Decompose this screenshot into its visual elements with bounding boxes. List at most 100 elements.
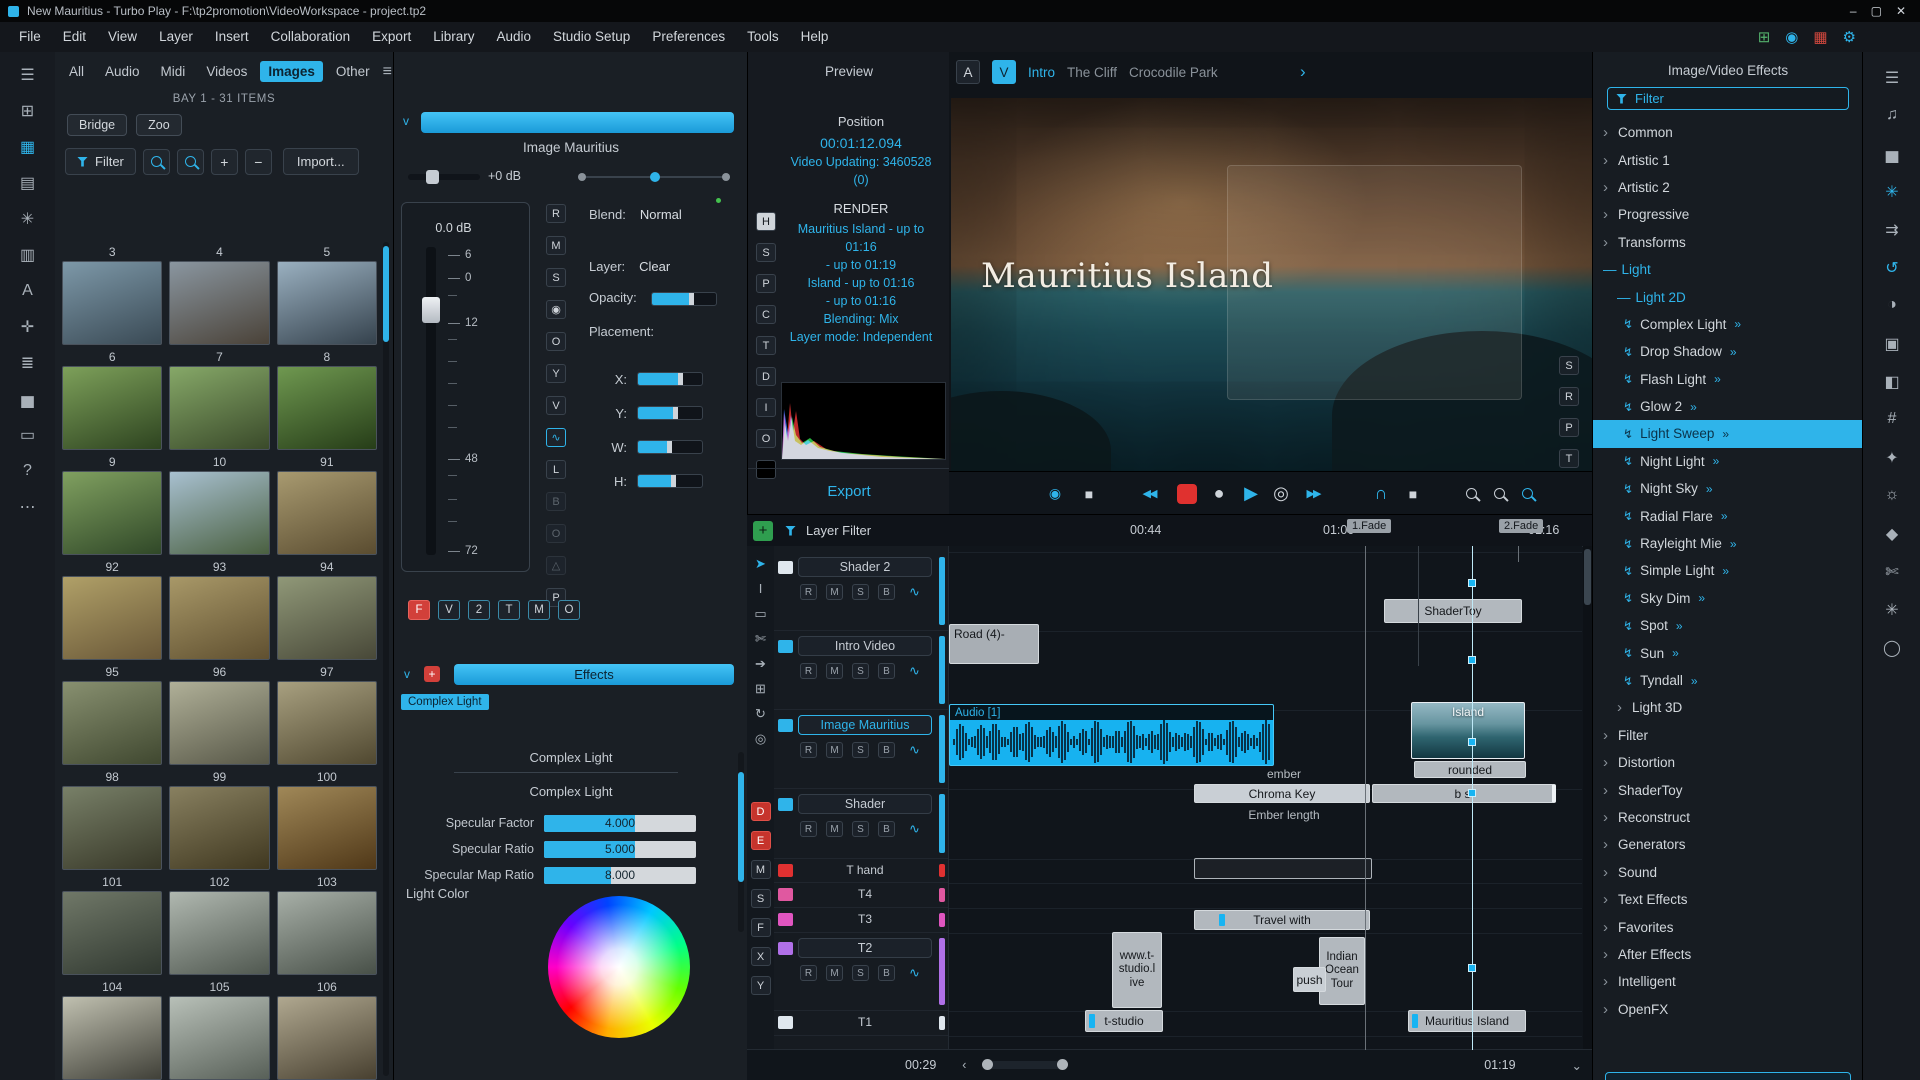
mask-icon[interactable]: ◯ [1883,638,1901,657]
history-icon[interactable]: ↺ [1885,258,1898,277]
audition-icon[interactable]: ∩ [1371,481,1391,507]
clip-travel-with[interactable]: Travel with [1194,910,1370,930]
tab-all[interactable]: All [61,61,92,82]
track-t-hand[interactable]: T hand [774,859,948,883]
hamburger-menu-icon[interactable]: ☰ [15,64,41,86]
thumbnail-image[interactable] [277,576,377,660]
layer-value[interactable]: Clear [639,259,670,274]
track-m-button[interactable]: M [826,663,843,679]
effect-radial-flare[interactable]: ↯Radial Flare» [1593,502,1863,529]
thumbnail-image[interactable] [277,996,377,1080]
eye-icon[interactable]: ◉ [546,300,566,319]
objects-icon[interactable]: ◆ [1886,524,1898,543]
fade-1-line[interactable] [1365,546,1366,1050]
thumbnail-image[interactable] [62,261,162,345]
track-m-button[interactable]: M [826,584,843,600]
thumbnail-image[interactable] [277,261,377,345]
effect-flash-light[interactable]: ↯Flash Light» [1593,366,1863,393]
capture-frame-icon[interactable]: ● [1209,481,1229,507]
effect-complex-light[interactable]: ↯Complex Light» [1593,311,1863,338]
track-s-button[interactable]: S [852,742,869,758]
audio-panel-icon[interactable]: ♫ [1886,106,1898,125]
media-thumbnail[interactable]: 3 [62,242,162,345]
tab-midi[interactable]: Midi [153,61,194,82]
track-b-button[interactable]: B [878,821,895,837]
track-t2[interactable]: T2RMSB∿ [774,933,948,1011]
maximize-button[interactable]: ▢ [1871,0,1882,22]
thumbnail-image[interactable] [169,891,269,975]
track-name[interactable]: T2 [798,938,932,958]
thumbnail-image[interactable] [169,996,269,1080]
clip-mauritius-island[interactable]: Mauritius Island [1408,1010,1526,1032]
track-r-button[interactable]: R [800,584,817,600]
clip-t-studio[interactable]: t-studio [1085,1010,1163,1032]
zoom-out-thumbs-button[interactable]: − [245,149,272,175]
bay-menu-icon[interactable]: ≡ [383,63,392,81]
media-thumbnail[interactable]: 103 [277,872,377,975]
effect-transforms[interactable]: ›Transforms [1593,229,1863,256]
effect-generators[interactable]: ›Generators [1593,831,1863,858]
preview-i-button[interactable]: I [756,398,776,417]
thumbnail-image[interactable] [169,366,269,450]
timeline-vertical-scrollbar[interactable] [1583,546,1592,1050]
fade-2-line[interactable] [1518,546,1519,562]
strip-o-button[interactable]: O [558,600,580,620]
media-thumbnail[interactable]: 9 [62,452,162,555]
media-thumbnail[interactable]: 96 [169,662,269,765]
add-effect-button[interactable]: + [424,666,440,682]
effect-artistic-2[interactable]: ›Artistic 2 [1593,174,1863,201]
track-color-chip[interactable] [778,798,793,811]
select-tool-icon[interactable]: ➤ [755,556,766,571]
stop-icon[interactable]: ■ [1403,481,1423,507]
channel-y-button[interactable]: Y [546,364,566,383]
track-t3[interactable]: T3 [774,908,948,933]
thumbnail-image[interactable] [277,681,377,765]
effect-distortion[interactable]: ›Distortion [1593,749,1863,776]
clip-b-s[interactable]: b s [1372,784,1556,803]
clip-island[interactable]: Island [1411,702,1525,759]
more-icon[interactable]: ⋯ [15,496,41,518]
close-button[interactable]: ✕ [1896,0,1906,22]
keyframe-handle[interactable] [1468,964,1476,972]
effects-sparkle-icon[interactable]: ✳ [15,208,41,230]
menu-view[interactable]: View [97,22,148,52]
effect-text-effects[interactable]: ›Text Effects [1593,886,1863,913]
track-b-button[interactable]: B [878,965,895,981]
thumbnail-image[interactable] [277,891,377,975]
preview-s-button[interactable]: S [756,243,776,262]
axis-slider[interactable] [637,406,703,420]
export-button[interactable]: Export [748,468,950,514]
effect-glow-2[interactable]: ↯Glow 2» [1593,393,1863,420]
effect-openfx[interactable]: ›OpenFX [1593,996,1863,1023]
effect-sky-dim[interactable]: ↯Sky Dim» [1593,585,1863,612]
text-tool-icon[interactable]: A [15,280,41,302]
clip-trim-handle[interactable] [1219,914,1225,926]
grid-overlay-icon[interactable]: # [1888,410,1897,429]
channel-r-button[interactable]: R [546,204,566,223]
effects-filter-input[interactable]: Filter [1607,87,1849,110]
viewer-tab-intro[interactable]: Intro [1028,65,1055,80]
menu-preferences[interactable]: Preferences [641,22,736,52]
search-button[interactable] [143,149,170,175]
layer-filter-label[interactable]: Layer Filter [806,523,871,538]
track-t4[interactable]: T4 [774,883,948,908]
panel-menu-icon[interactable]: ☰ [1885,68,1899,87]
frame-capture-icon[interactable]: ▣ [1884,334,1899,353]
effect-light-sweep[interactable]: ↯Light Sweep» [1593,420,1863,447]
media-thumbnail[interactable]: 97 [277,662,377,765]
import-button[interactable]: Import... [283,148,359,175]
keyframe-line[interactable] [1472,546,1473,1050]
tab-images[interactable]: Images [260,61,323,82]
media-thumbnail[interactable]: 6 [62,347,162,450]
param-slider[interactable]: 4.000 [544,815,696,832]
zoom-fit-icon[interactable] [1489,481,1509,507]
automation-curve-icon[interactable]: ∿ [909,742,920,758]
thumbnail-image[interactable] [277,471,377,555]
particles-icon[interactable]: ✳ [1885,600,1898,619]
menu-library[interactable]: Library [422,22,485,52]
effects-section-bar[interactable]: Effects [454,664,734,685]
settings-gear-icon[interactable]: ⚙ [1843,28,1856,46]
effect-reconstruct[interactable]: ›Reconstruct [1593,804,1863,831]
track-color-chip[interactable] [778,1016,793,1029]
effect-favorites[interactable]: ›Favorites [1593,913,1863,940]
